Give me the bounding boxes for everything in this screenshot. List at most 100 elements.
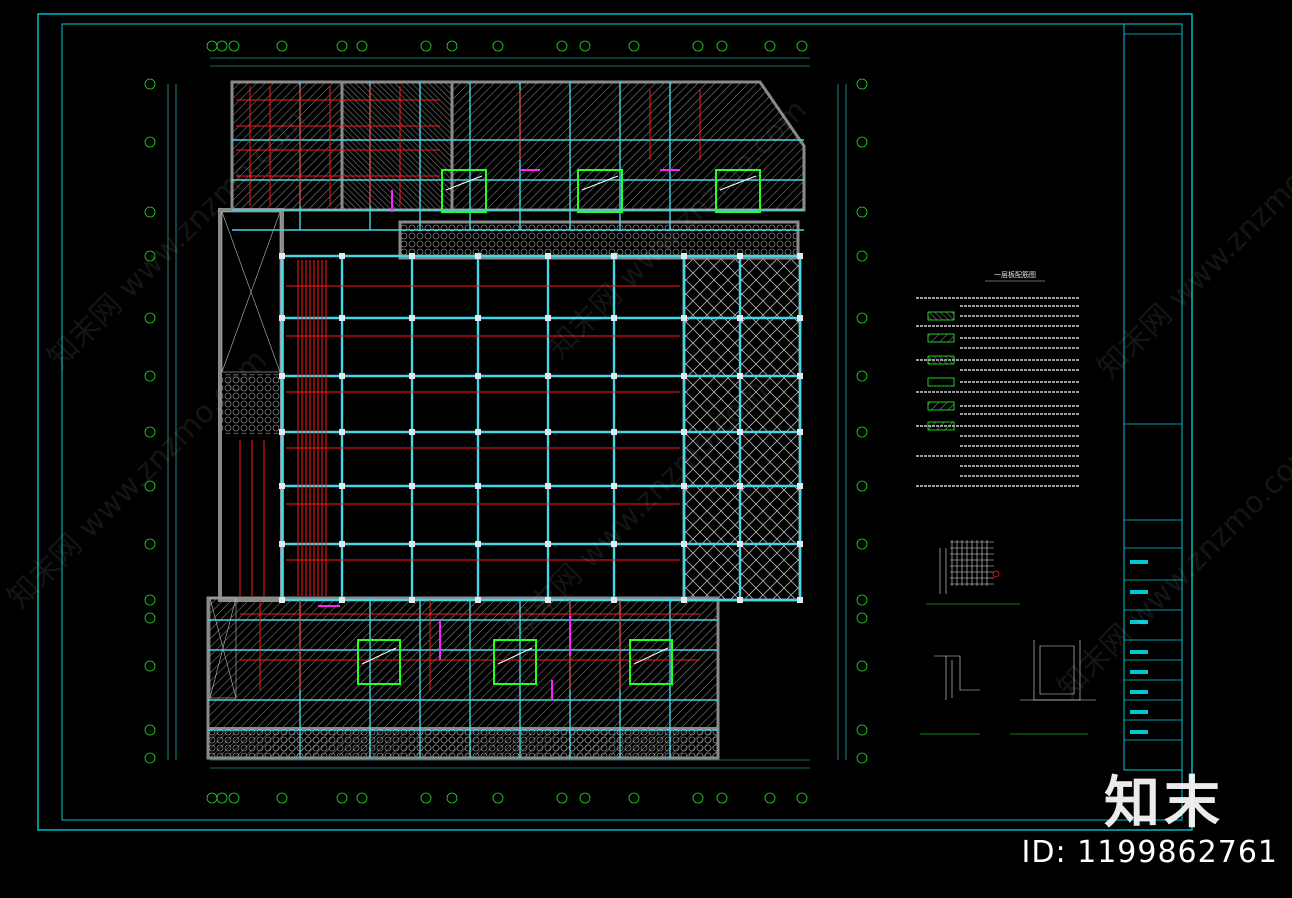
square-column-icon xyxy=(279,253,285,259)
axis-bubble-icon xyxy=(144,426,156,438)
title-block-cell xyxy=(1130,670,1148,674)
axis-bubble-icon xyxy=(216,40,228,52)
square-column-icon xyxy=(339,373,345,379)
square-column-icon xyxy=(409,315,415,321)
square-column-icon xyxy=(737,315,743,321)
square-column-icon xyxy=(409,541,415,547)
axis-bubble-icon xyxy=(764,40,776,52)
axis-bubble-icon xyxy=(856,312,868,324)
axis-bubble-icon xyxy=(716,792,728,804)
square-column-icon xyxy=(545,253,551,259)
square-column-icon xyxy=(797,597,803,603)
axis-bubble-icon xyxy=(856,660,868,672)
axis-bubble-icon xyxy=(144,594,156,606)
square-column-icon xyxy=(737,253,743,259)
axis-bubble-icon xyxy=(856,724,868,736)
square-column-icon xyxy=(409,373,415,379)
axis-bubble-icon xyxy=(796,792,808,804)
square-column-icon xyxy=(545,315,551,321)
axis-bubble-icon xyxy=(420,40,432,52)
square-column-icon xyxy=(797,373,803,379)
axis-bubble-icon xyxy=(276,792,288,804)
axis-bubble-icon xyxy=(856,78,868,90)
square-column-icon xyxy=(737,373,743,379)
detail-drawings xyxy=(920,540,1096,735)
title-block-cell xyxy=(1130,710,1148,714)
square-column-icon xyxy=(339,253,345,259)
axis-bubble-icon xyxy=(228,40,240,52)
square-column-icon xyxy=(545,541,551,547)
axis-bubble-icon xyxy=(628,40,640,52)
title-block-cell xyxy=(1130,690,1148,694)
axis-bubble-icon xyxy=(144,78,156,90)
axis-bubble-icon xyxy=(144,660,156,672)
square-column-icon xyxy=(279,541,285,547)
notes-title: 一层板配筋图 xyxy=(994,271,1036,279)
axis-bubble-icon xyxy=(692,40,704,52)
square-column-icon xyxy=(475,373,481,379)
axis-bubble-icon xyxy=(796,40,808,52)
axis-bubble-icon xyxy=(420,792,432,804)
square-column-icon xyxy=(475,315,481,321)
axis-bubble-icon xyxy=(336,40,348,52)
axis-bubble-icon xyxy=(446,40,458,52)
axis-bubble-icon xyxy=(692,792,704,804)
axis-bubble-icon xyxy=(144,752,156,764)
square-column-icon xyxy=(681,253,687,259)
square-column-icon xyxy=(545,373,551,379)
axis-bubble-icon xyxy=(144,538,156,550)
axis-bubble-icon xyxy=(628,792,640,804)
axis-bubble-icon xyxy=(856,370,868,382)
square-column-icon xyxy=(681,541,687,547)
axis-bubble-icon xyxy=(216,792,228,804)
square-column-icon xyxy=(797,315,803,321)
square-column-icon xyxy=(797,253,803,259)
brand-logo: 知末 xyxy=(1104,771,1224,836)
square-column-icon xyxy=(339,429,345,435)
title-block-cell xyxy=(1130,730,1148,734)
axis-bubble-icon xyxy=(856,206,868,218)
notes-legend xyxy=(916,280,1080,487)
axis-bubble-icon xyxy=(356,40,368,52)
square-column-icon xyxy=(681,597,687,603)
square-column-icon xyxy=(611,429,617,435)
square-column-icon xyxy=(339,597,345,603)
axis-bubble-icon xyxy=(492,792,504,804)
square-column-icon xyxy=(339,315,345,321)
axis-bubble-icon xyxy=(144,136,156,148)
square-column-icon xyxy=(409,597,415,603)
axis-bubble-icon xyxy=(856,612,868,624)
axis-bubble-icon xyxy=(856,594,868,606)
axis-bubble-icon xyxy=(856,136,868,148)
axis-bubble-icon xyxy=(856,480,868,492)
title-block-cell xyxy=(1130,650,1148,654)
square-column-icon xyxy=(681,315,687,321)
axis-bubble-icon xyxy=(356,792,368,804)
axis-bubble-icon xyxy=(856,250,868,262)
axis-bubble-icon xyxy=(492,40,504,52)
axis-bubble-icon xyxy=(206,40,218,52)
square-column-icon xyxy=(409,483,415,489)
axis-bubble-icon xyxy=(556,40,568,52)
square-column-icon xyxy=(545,429,551,435)
square-column-icon xyxy=(681,373,687,379)
axis-bubble-icon xyxy=(276,40,288,52)
square-column-icon xyxy=(797,429,803,435)
square-column-icon xyxy=(279,483,285,489)
square-column-icon xyxy=(545,483,551,489)
square-column-icon xyxy=(409,429,415,435)
square-column-icon xyxy=(475,253,481,259)
square-column-icon xyxy=(279,315,285,321)
axis-bubble-icon xyxy=(206,792,218,804)
square-column-icon xyxy=(681,429,687,435)
axis-bubble-icon xyxy=(228,792,240,804)
square-column-icon xyxy=(797,541,803,547)
floor-plan-svg: 知末网 www.znzmo.com 知末网 www.znzmo.com 知末网 … xyxy=(1,13,1292,831)
cad-drawing-canvas: 知末网 www.znzmo.com 知末网 www.znzmo.com 知末网 … xyxy=(0,0,1292,894)
square-column-icon xyxy=(737,483,743,489)
axis-bubble-icon xyxy=(144,312,156,324)
image-id-label: ID: 1199862761 xyxy=(1021,835,1278,870)
opening-detail xyxy=(920,655,980,735)
square-column-icon xyxy=(475,597,481,603)
title-block-cell xyxy=(1130,560,1148,564)
